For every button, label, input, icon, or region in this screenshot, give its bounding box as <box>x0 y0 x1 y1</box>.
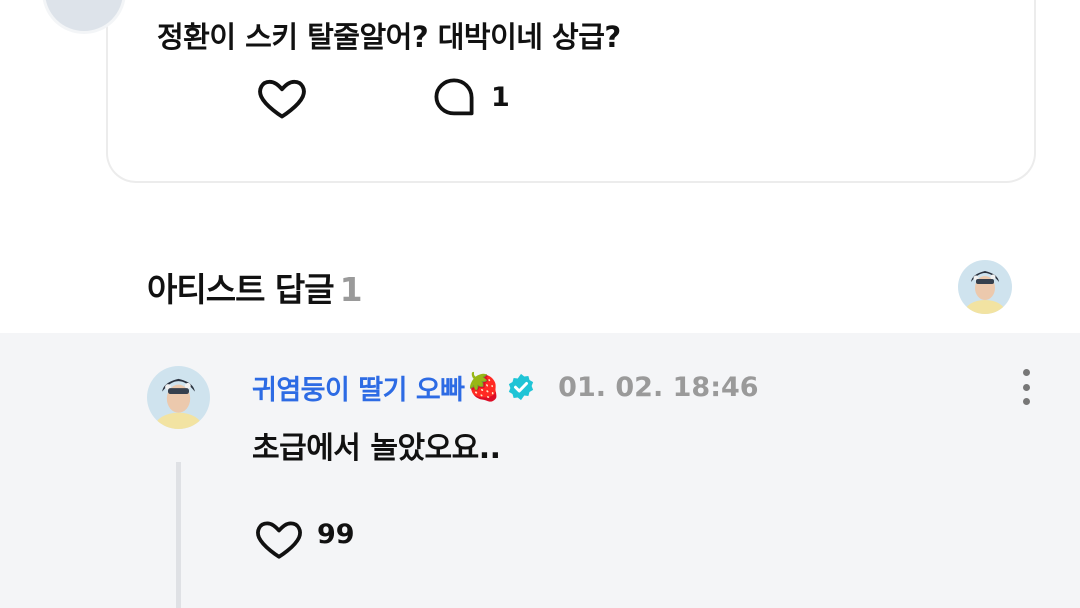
heart-outline-icon <box>256 521 302 559</box>
more-vertical-icon <box>1022 369 1030 376</box>
reply-text: 초급에서 놀았오요.. <box>252 431 501 466</box>
post-text: 정환이 스키 탈줄알어? 대박이네 상급? <box>157 20 621 54</box>
reply-author-name[interactable]: 귀염둥이 딸기 오빠 <box>252 368 465 407</box>
comment-bubble-icon <box>434 78 474 116</box>
artist-replies-header: 아티스트 답글 1 <box>147 263 363 311</box>
verified-badge-icon <box>509 373 534 401</box>
artist-replies-title: 아티스트 답글 <box>147 270 335 309</box>
post-comment-button[interactable] <box>430 74 478 122</box>
artist-replies-count: 1 <box>339 270 363 309</box>
artist-avatar-icon <box>958 260 1012 314</box>
reply-timestamp: 01. 02. 18:46 <box>558 371 759 403</box>
reply-like-count: 99 <box>317 519 355 550</box>
reply-author-avatar[interactable] <box>147 366 210 429</box>
more-options-button[interactable] <box>1016 369 1036 405</box>
post-comment-count: 1 <box>491 82 510 113</box>
thread-line <box>176 462 181 608</box>
artist-reply: 귀염둥이 딸기 오빠 🍓 01. 02. 18:46 초급에서 놀았오요.. 9… <box>0 333 1080 608</box>
artist-avatar-thumbnail[interactable] <box>958 260 1012 314</box>
heart-outline-icon <box>258 79 306 119</box>
reply-header: 귀염둥이 딸기 오빠 🍓 01. 02. 18:46 <box>252 368 759 407</box>
reply-like-button[interactable] <box>254 513 304 563</box>
strawberry-icon: 🍓 <box>466 372 501 403</box>
artist-avatar-icon <box>147 366 210 429</box>
post-like-button[interactable] <box>256 71 308 123</box>
